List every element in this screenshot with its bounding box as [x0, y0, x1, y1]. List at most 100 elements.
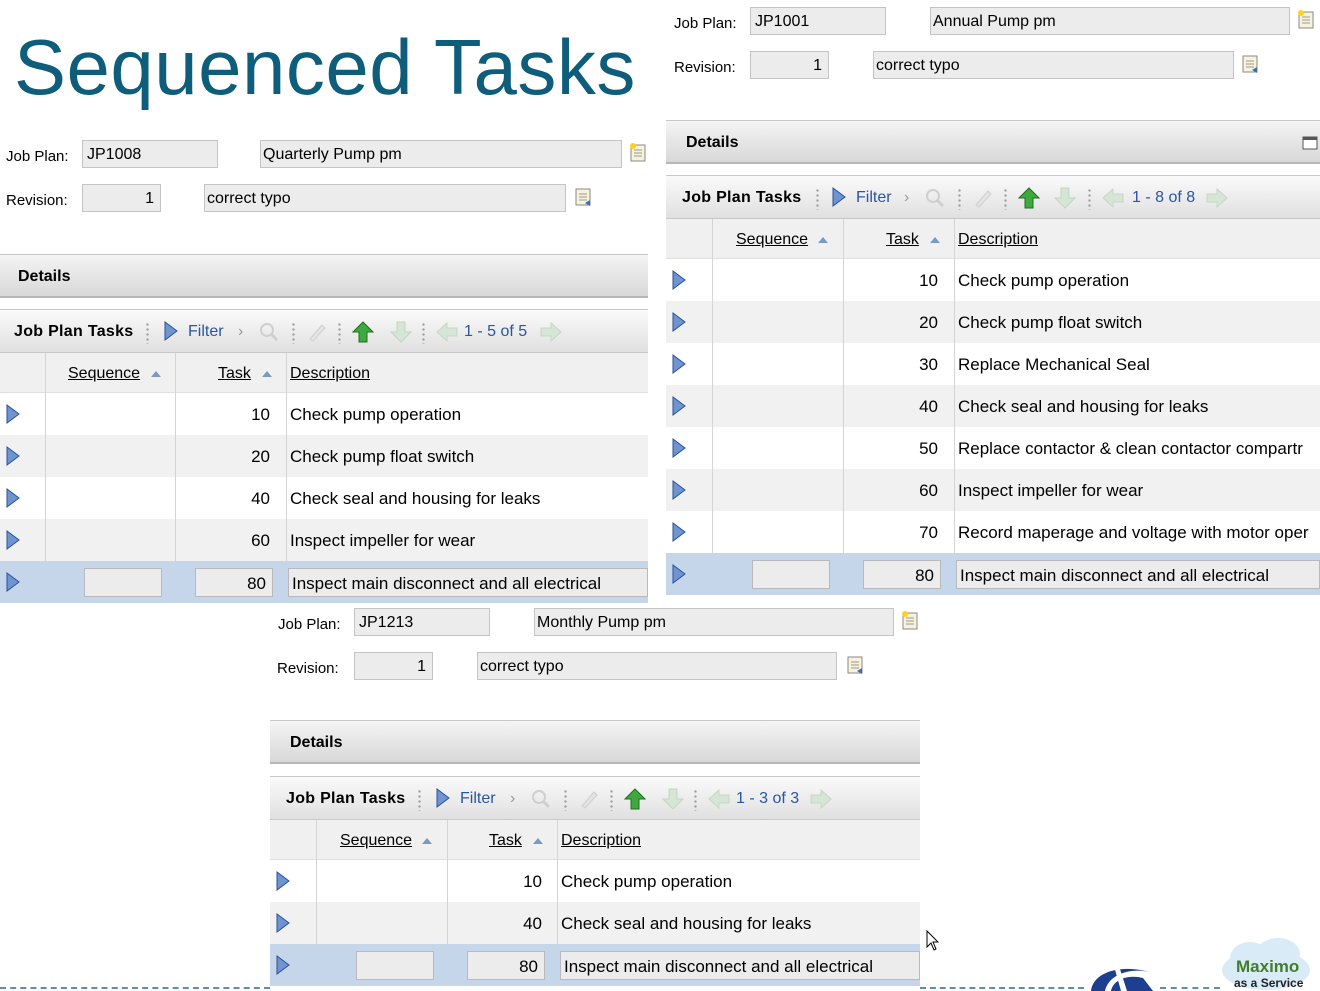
long-description-icon[interactable]	[900, 610, 922, 632]
sequence-column-header[interactable]: Sequence	[736, 231, 808, 249]
job-plan-description-field[interactable]: Quarterly Pump pm	[260, 140, 622, 168]
revision-field[interactable]: 1	[750, 51, 829, 79]
job-plan-field[interactable]: JP1213	[354, 608, 490, 636]
sort-ascending-icon[interactable]	[930, 237, 940, 245]
task-input[interactable]: 80	[467, 951, 545, 980]
search-icon[interactable]	[258, 321, 280, 343]
previous-page-icon[interactable]	[1102, 187, 1124, 209]
sequence-input[interactable]	[84, 568, 162, 597]
table-row[interactable]: 10 Check pump operation	[666, 259, 1320, 301]
sort-ascending-icon[interactable]	[422, 838, 432, 846]
table-row-selected[interactable]: 80 Inspect main disconnect and all elect…	[0, 561, 648, 603]
job-plan-description-field[interactable]: Monthly Pump pm	[534, 608, 894, 636]
task-column-header[interactable]: Task	[886, 231, 919, 249]
task-input[interactable]: 80	[195, 568, 273, 597]
task-column-header[interactable]: Task	[489, 832, 522, 850]
description-column-header[interactable]: Description	[561, 832, 641, 850]
expand-row-icon[interactable]	[6, 572, 20, 592]
expand-row-icon[interactable]	[6, 446, 20, 466]
long-description-icon[interactable]	[628, 142, 650, 164]
search-icon[interactable]	[924, 187, 946, 209]
next-page-icon[interactable]	[540, 321, 562, 343]
next-page-icon[interactable]	[810, 788, 832, 810]
job-plan-field[interactable]: JP1008	[82, 140, 218, 168]
table-row[interactable]: 50 Replace contactor & clean contactor c…	[666, 427, 1320, 469]
move-up-icon[interactable]	[1018, 187, 1040, 209]
revision-description-field[interactable]: correct typo	[873, 51, 1234, 79]
task-input[interactable]: 80	[863, 560, 941, 589]
revision-description-field[interactable]: correct typo	[204, 184, 566, 212]
long-description-icon[interactable]	[1296, 9, 1318, 31]
details-section-header[interactable]: Details	[0, 254, 648, 298]
filter-link[interactable]: Filter	[188, 323, 224, 341]
expand-row-icon[interactable]	[276, 871, 290, 891]
filter-link[interactable]: Filter	[460, 790, 496, 808]
description-column-header[interactable]: Description	[290, 365, 370, 383]
move-down-icon[interactable]	[1054, 187, 1076, 209]
job-plan-description-field[interactable]: Annual Pump pm	[930, 7, 1290, 35]
edit-icon[interactable]	[306, 321, 328, 343]
previous-page-icon[interactable]	[708, 788, 730, 810]
sort-ascending-icon[interactable]	[262, 371, 272, 379]
expand-row-icon[interactable]	[6, 530, 20, 550]
table-row[interactable]: 30 Replace Mechanical Seal	[666, 343, 1320, 385]
expand-row-icon[interactable]	[672, 354, 686, 374]
next-page-icon[interactable]	[1206, 187, 1228, 209]
table-row[interactable]: 40 Check seal and housing for leaks	[270, 902, 920, 944]
expand-row-icon[interactable]	[672, 438, 686, 458]
task-column-header[interactable]: Task	[218, 365, 251, 383]
long-description-icon[interactable]	[845, 654, 867, 676]
sequence-input[interactable]	[752, 560, 830, 589]
move-up-icon[interactable]	[624, 788, 646, 810]
sequence-column-header[interactable]: Sequence	[68, 365, 140, 383]
table-row[interactable]: 70 Record maperage and voltage with moto…	[666, 511, 1320, 553]
expand-row-icon[interactable]	[276, 913, 290, 933]
description-input[interactable]: Inspect main disconnect and all electric…	[288, 568, 648, 597]
table-row[interactable]: 60 Inspect impeller for wear	[0, 519, 648, 561]
table-row[interactable]: 20 Check pump float switch	[666, 301, 1320, 343]
revision-description-field[interactable]: correct typo	[477, 652, 837, 680]
expand-row-icon[interactable]	[672, 270, 686, 290]
expand-row-icon[interactable]	[672, 480, 686, 500]
filter-arrow-icon[interactable]	[436, 788, 450, 808]
revision-field[interactable]: 1	[82, 184, 161, 212]
table-row[interactable]: 10 Check pump operation	[0, 393, 648, 435]
description-input[interactable]: Inspect main disconnect and all electric…	[956, 560, 1320, 589]
table-row[interactable]: 60 Inspect impeller for wear	[666, 469, 1320, 511]
filter-arrow-icon[interactable]	[832, 187, 846, 207]
expand-row-icon[interactable]	[672, 564, 686, 584]
edit-icon[interactable]	[578, 788, 600, 810]
description-input[interactable]: Inspect main disconnect and all electric…	[560, 951, 920, 980]
previous-page-icon[interactable]	[436, 321, 458, 343]
move-down-icon[interactable]	[390, 321, 412, 343]
table-row[interactable]: 40 Check seal and housing for leaks	[0, 477, 648, 519]
sequence-column-header[interactable]: Sequence	[340, 832, 412, 850]
expand-row-icon[interactable]	[6, 404, 20, 424]
sort-ascending-icon[interactable]	[533, 838, 543, 846]
edit-icon[interactable]	[972, 187, 994, 209]
expand-row-icon[interactable]	[672, 312, 686, 332]
sort-ascending-icon[interactable]	[818, 237, 828, 245]
long-description-icon[interactable]	[1240, 53, 1262, 75]
details-section-header[interactable]: Details	[666, 120, 1320, 164]
table-row[interactable]: 10 Check pump operation	[270, 860, 920, 902]
filter-link[interactable]: Filter	[856, 189, 892, 207]
revision-field[interactable]: 1	[354, 652, 433, 680]
maximize-icon[interactable]	[1302, 135, 1318, 151]
expand-row-icon[interactable]	[672, 396, 686, 416]
move-down-icon[interactable]	[662, 788, 684, 810]
sort-ascending-icon[interactable]	[151, 371, 161, 379]
table-row-selected[interactable]: 80 Inspect main disconnect and all elect…	[270, 944, 920, 986]
expand-row-icon[interactable]	[6, 488, 20, 508]
description-column-header[interactable]: Description	[958, 231, 1038, 249]
search-icon[interactable]	[530, 788, 552, 810]
sequence-input[interactable]	[356, 951, 434, 980]
long-description-icon[interactable]	[573, 186, 595, 208]
details-section-header[interactable]: Details	[270, 720, 920, 764]
expand-row-icon[interactable]	[276, 955, 290, 975]
table-row[interactable]: 20 Check pump float switch	[0, 435, 648, 477]
filter-arrow-icon[interactable]	[164, 321, 178, 341]
table-row-selected[interactable]: 80 Inspect main disconnect and all elect…	[666, 553, 1320, 595]
job-plan-field[interactable]: JP1001	[750, 7, 886, 35]
expand-row-icon[interactable]	[672, 522, 686, 542]
